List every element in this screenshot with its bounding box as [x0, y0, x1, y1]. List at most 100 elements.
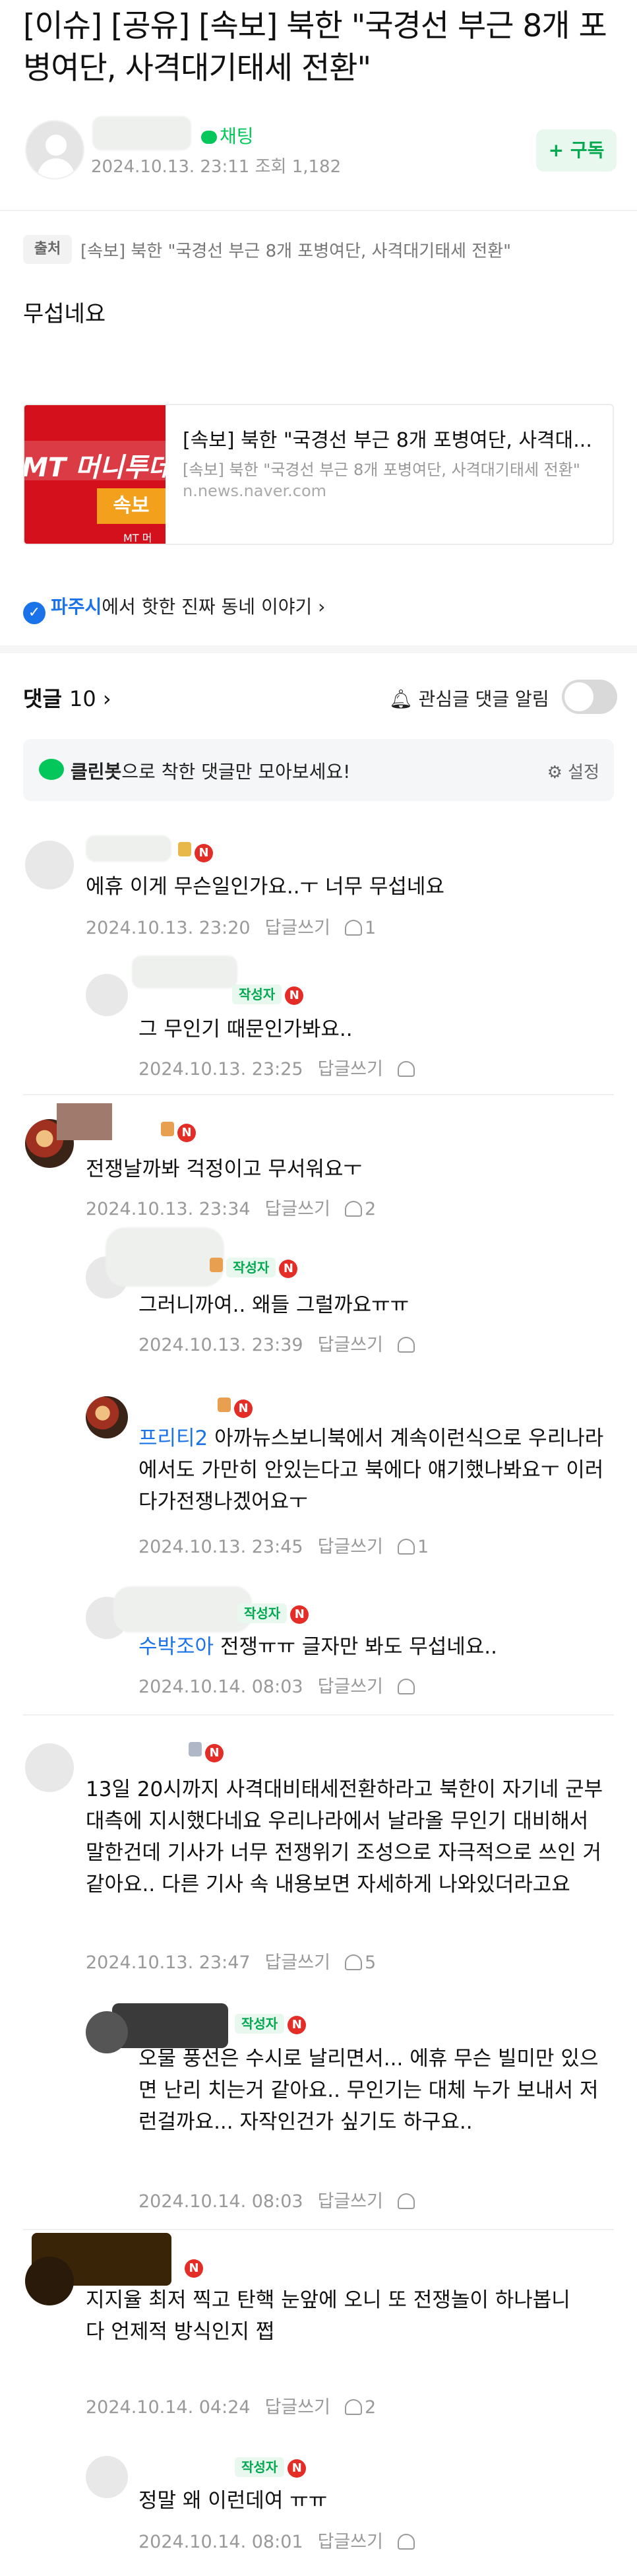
writer-badge-group: 작성자 N: [237, 1603, 309, 1624]
author-name-blurred[interactable]: [92, 116, 191, 150]
comment-text: 그러니까여.. 왜들 그럴까요ㅠㅠ: [138, 1293, 410, 1317]
nickname-blurred[interactable]: [113, 1586, 252, 1632]
comment-date: 2024.10.14. 08:03: [138, 1677, 303, 1697]
comment-meta: 2024.10.13. 23:34 답글쓰기 2: [86, 1194, 376, 1220]
reply-button[interactable]: 답글쓰기: [265, 1952, 330, 1973]
comment-text: 13일 20시까지 사격대비태세전환하라고 북한이 자기네 군부대측에 지시했다…: [86, 1778, 603, 1896]
comment-meta: 2024.10.13. 23:47 답글쓰기 5: [86, 1948, 376, 1974]
reply-button[interactable]: 답글쓰기: [318, 1537, 383, 1557]
reply-button[interactable]: 답글쓰기: [265, 918, 330, 938]
reply-button[interactable]: 답글쓰기: [318, 2532, 383, 2552]
comment-meta: 2024.10.14. 08:01 답글쓰기: [138, 2527, 417, 2553]
heart-icon[interactable]: [344, 1201, 362, 1217]
nickname-blurred[interactable]: [86, 835, 171, 862]
level-icon: N: [178, 842, 214, 862]
town-link[interactable]: ✓ 파주시에서 핫한 진짜 동네 이야기 ›: [23, 593, 325, 624]
alarm-toggle[interactable]: [562, 680, 617, 714]
reply-button[interactable]: 답글쓰기: [318, 1677, 383, 1697]
comment-date: 2024.10.13. 23:20: [86, 918, 251, 938]
author-avatar[interactable]: [25, 120, 84, 179]
writer-badge: 작성자: [235, 2457, 285, 2477]
link-desc: [속보] 북한 "국경선 부근 8개 포병여단, 사격대기태세 전환": [183, 461, 580, 479]
comments-header[interactable]: 댓글 10 ›: [23, 682, 111, 713]
comment-meta: 2024.10.13. 23:20 답글쓰기 1: [86, 913, 376, 939]
heart-icon[interactable]: [397, 1679, 415, 1694]
heart-icon[interactable]: [397, 1539, 415, 1555]
mention[interactable]: 프리티2: [138, 1427, 208, 1450]
like-count: 1: [417, 1537, 429, 1557]
comment-date: 2024.10.14. 04:24: [86, 2397, 251, 2418]
avatar[interactable]: [25, 1743, 74, 1792]
writer-badge-group: 작성자 N: [232, 984, 304, 1005]
source-link[interactable]: [속보] 북한 "국경선 부근 8개 포병여단, 사격대기태세 전환": [80, 238, 511, 262]
comment-text: 수박조아 전쟁ㅠㅠ 글자만 봐도 무섭네요..: [138, 1631, 613, 1663]
heart-icon[interactable]: [397, 2193, 415, 2209]
gear-icon: ⚙: [547, 763, 562, 783]
comment-date: 2024.10.13. 23:47: [86, 1952, 251, 1973]
reply-button[interactable]: 답글쓰기: [318, 2191, 383, 2212]
comment-text: 그 무인기 때문인가봐요..: [138, 1017, 353, 1041]
chat-icon: [201, 131, 217, 144]
thumb-brand: MT 머니투데이: [24, 453, 166, 483]
reply-button[interactable]: 답글쓰기: [265, 1199, 330, 1219]
avatar[interactable]: [86, 2456, 128, 2498]
divider: [0, 210, 637, 211]
link-preview-card[interactable]: MT 머니투데이 속보 MT 머 [속보] 북한 "국경선 부근 8개 포병여단…: [23, 404, 614, 545]
writer-badge: 작성자: [235, 2014, 285, 2034]
post-meta: 2024.10.13. 23:11 조회 1,182: [91, 153, 341, 177]
writer-badge: 작성자: [226, 1258, 276, 1277]
subscribe-button[interactable]: + 구독: [536, 129, 617, 172]
comments-label: 댓글: [23, 686, 62, 711]
divider: [23, 1714, 614, 1716]
reply-button[interactable]: 답글쓰기: [318, 1335, 383, 1355]
cleanbot-text: 클린봇으로 착한 댓글만 모아보세요!: [71, 757, 350, 784]
town-city: 파주시: [51, 596, 102, 618]
nickname-blurred[interactable]: [57, 1103, 112, 1140]
heart-icon[interactable]: [397, 1337, 415, 1353]
reply-button[interactable]: 답글쓰기: [318, 1059, 383, 1079]
heart-icon[interactable]: [397, 1061, 415, 1077]
writer-badge: 작성자: [232, 984, 282, 1004]
thumb-small: MT 머: [123, 532, 152, 544]
heart-icon[interactable]: [397, 2534, 415, 2550]
heart-icon[interactable]: [344, 2399, 362, 2415]
writer-badge-group: 작성자 N: [235, 2014, 307, 2034]
like-count: 2: [364, 2397, 377, 2418]
avatar[interactable]: [25, 2257, 74, 2305]
comment-meta: 2024.10.14. 08:03 답글쓰기: [138, 2187, 417, 2212]
heart-icon[interactable]: [344, 1954, 362, 1970]
source-tag: 출처: [23, 235, 72, 264]
post-date: 2024.10.13. 23:11: [91, 157, 250, 177]
comment-meta: 2024.10.13. 23:45 답글쓰기 1: [138, 1532, 429, 1558]
chat-button[interactable]: 채팅: [201, 122, 254, 148]
bell-icon: 🔔︎: [389, 688, 413, 710]
nickname-blurred[interactable]: [106, 1227, 224, 1287]
avatar[interactable]: [86, 1396, 128, 1438]
post-body: 무섭네요: [23, 301, 106, 327]
heart-icon[interactable]: [344, 920, 362, 936]
nickname-blurred[interactable]: [132, 955, 237, 988]
thumb-badge: 속보: [97, 488, 166, 524]
like-count: 1: [364, 918, 377, 938]
writer-badge: 작성자: [237, 1603, 288, 1623]
town-rest: 에서 핫한 진짜 동네 이야기 ›: [102, 596, 326, 618]
cleanbot-settings[interactable]: ⚙ 설정: [547, 759, 599, 783]
reply-button[interactable]: 답글쓰기: [265, 2397, 330, 2418]
cleanbot-bold: 클린봇: [71, 761, 122, 783]
writer-badge-group: 작성자 N: [235, 2457, 307, 2478]
nickname-blurred[interactable]: [112, 2003, 228, 2048]
comment-date: 2024.10.13. 23:34: [86, 1199, 251, 1219]
comment-text: 전쟁날까봐 걱정이고 무서워요ㅜ: [86, 1157, 362, 1181]
mention[interactable]: 수박조아: [138, 1635, 214, 1659]
comment-date: 2024.10.14. 08:01: [138, 2532, 303, 2552]
comment-text: 프리티2 아까뉴스보니북에서 계속이런식으로 우리나라에서도 가만히 안있는다고…: [138, 1423, 613, 1518]
cleanbot-icon: [39, 759, 64, 780]
like-count: 5: [364, 1952, 377, 1973]
avatar[interactable]: [25, 841, 74, 889]
comment-text: 오물 풍선은 수시로 날리면서... 에휴 무슨 빌미만 있으면 난리 치는거 …: [138, 2047, 599, 2134]
cleanbot-banner[interactable]: 클린봇으로 착한 댓글만 모아보세요! ⚙ 설정: [23, 739, 614, 801]
level-icon: N: [185, 2259, 203, 2278]
like-count: 2: [364, 1199, 377, 1219]
avatar[interactable]: [86, 974, 128, 1016]
avatar[interactable]: [86, 2011, 128, 2053]
